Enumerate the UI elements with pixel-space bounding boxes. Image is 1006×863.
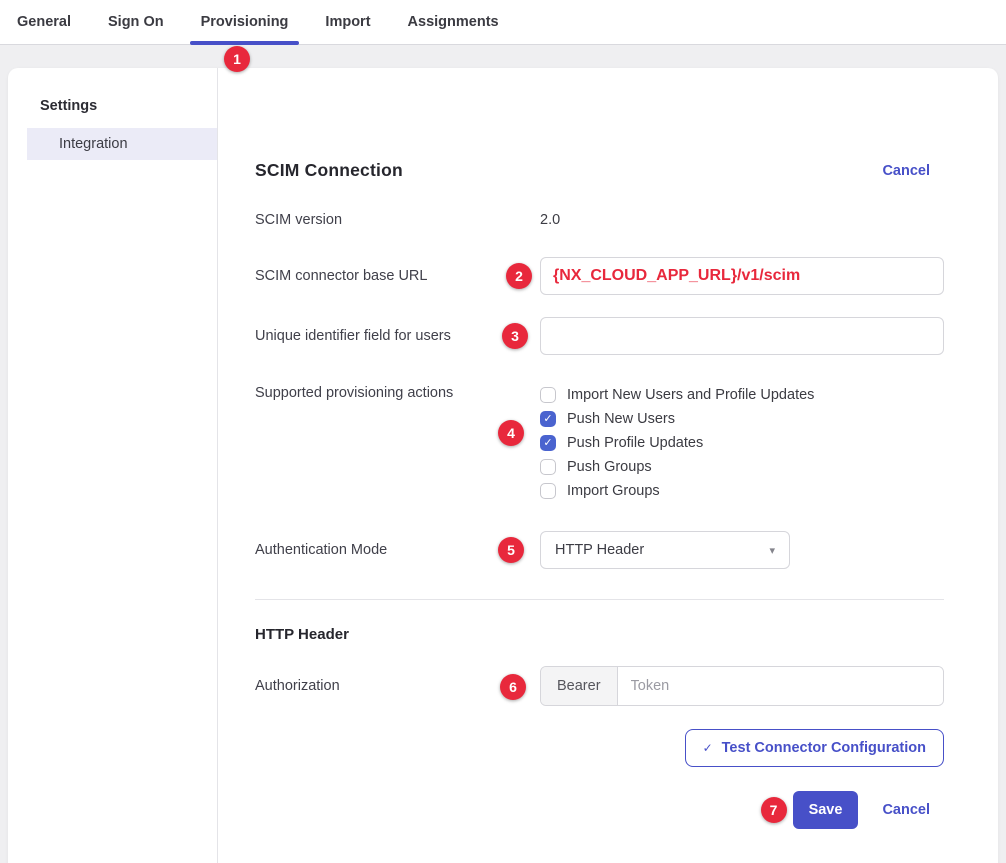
annotation-badge-7: 7: [761, 797, 787, 823]
bearer-prefix-label: Bearer: [541, 667, 618, 705]
sidebar-section-heading: Settings: [8, 98, 217, 128]
tab-assignments[interactable]: Assignments: [408, 0, 499, 44]
scim-version-label: SCIM version: [255, 212, 540, 228]
annotation-badge-3: 3: [502, 323, 528, 349]
sidebar-item-integration[interactable]: Integration: [27, 128, 217, 160]
tab-label: Sign On: [108, 14, 164, 30]
tab-list: General Sign On Provisioning Import Assi…: [17, 0, 499, 44]
save-button[interactable]: Save: [793, 791, 859, 829]
checkbox-label: Push New Users: [567, 411, 675, 427]
annotation-badge-2: 2: [506, 263, 532, 289]
tab-label: General: [17, 14, 71, 30]
provisioning-actions-list: Import New Users and Profile Updates Pus…: [540, 383, 944, 503]
checkbox-option-push-profile-updates[interactable]: Push Profile Updates: [540, 431, 944, 455]
base-url-label: SCIM connector base URL: [255, 268, 540, 284]
checkbox-option-push-new-users[interactable]: Push New Users: [540, 407, 944, 431]
checkbox-option-import-new-users-and-profile-updates[interactable]: Import New Users and Profile Updates: [540, 383, 944, 407]
base-url-input[interactable]: [540, 257, 944, 295]
checkbox[interactable]: [540, 387, 556, 403]
sidebar-item-label: Integration: [59, 136, 128, 152]
checkbox-option-import-groups[interactable]: Import Groups: [540, 479, 944, 503]
annotation-badge-5: 5: [498, 537, 524, 563]
test-connector-configuration-button[interactable]: ✓ Test Connector Configuration: [685, 729, 944, 767]
test-connector-button-label: Test Connector Configuration: [722, 740, 926, 756]
check-icon: ✓: [703, 741, 713, 755]
sidebar-list: Integration: [8, 128, 217, 160]
tab-import[interactable]: Import: [325, 0, 370, 44]
authorization-input-group: Bearer: [540, 666, 944, 706]
annotation-badge-4: 4: [498, 420, 524, 446]
authentication-mode-select[interactable]: HTTP Header ▾: [540, 531, 790, 569]
checkbox-label: Import New Users and Profile Updates: [567, 387, 814, 403]
tab-sign-on[interactable]: Sign On: [108, 0, 164, 44]
token-input[interactable]: [618, 667, 943, 705]
authorization-label: Authorization: [255, 678, 540, 694]
scim-connection-form: SCIM Connection Cancel SCIM version 2.0 …: [218, 68, 998, 863]
tab-provisioning[interactable]: Provisioning: [201, 0, 289, 44]
sidebar: Settings Integration: [8, 68, 218, 863]
page-title: SCIM Connection: [255, 160, 403, 181]
scim-version-value: 2.0: [540, 212, 560, 228]
checkbox[interactable]: [540, 483, 556, 499]
section-divider: [255, 599, 944, 600]
annotation-badge-6: 6: [500, 674, 526, 700]
checkbox-label: Import Groups: [567, 483, 660, 499]
annotation-badge-1: 1: [224, 46, 250, 72]
checkbox-label: Push Profile Updates: [567, 435, 703, 451]
checkbox-label: Push Groups: [567, 459, 652, 475]
tab-general[interactable]: General: [17, 0, 71, 44]
selected-auth-mode: HTTP Header: [555, 542, 644, 558]
unique-id-label: Unique identifier field for users: [255, 328, 540, 344]
unique-id-input[interactable]: [540, 317, 944, 355]
tab-label: Assignments: [408, 14, 499, 30]
footer-cancel-link[interactable]: Cancel: [882, 802, 930, 818]
checkbox[interactable]: [540, 411, 556, 427]
header-cancel-link[interactable]: Cancel: [882, 163, 930, 179]
checkbox[interactable]: [540, 459, 556, 475]
checkbox-option-push-groups[interactable]: Push Groups: [540, 455, 944, 479]
http-header-section-title: HTTP Header: [255, 626, 944, 643]
tab-label: Provisioning: [201, 14, 289, 30]
provisioning-actions-label: Supported provisioning actions: [255, 383, 540, 401]
app-tab-bar: General Sign On Provisioning Import Assi…: [0, 0, 1006, 45]
tab-label: Import: [325, 14, 370, 30]
checkbox[interactable]: [540, 435, 556, 451]
chevron-down-icon: ▾: [769, 544, 775, 557]
settings-card: Settings Integration SCIM Connection Can…: [8, 68, 998, 863]
